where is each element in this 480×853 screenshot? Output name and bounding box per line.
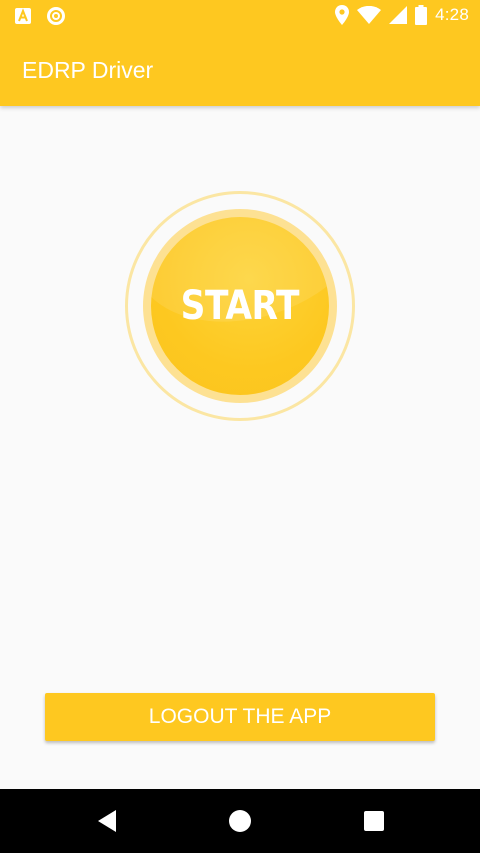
navigation-bar <box>0 789 480 853</box>
app-title: EDRP Driver <box>22 57 154 83</box>
start-button-group: START <box>125 191 355 421</box>
logout-button[interactable]: LOGOUT THE APP <box>45 693 435 741</box>
battery-icon <box>415 5 428 25</box>
top-bar: 4:28 EDRP Driver <box>0 0 480 106</box>
status-bar: 4:28 <box>0 0 480 33</box>
android-debug-icon <box>14 7 32 25</box>
location-pin-icon <box>335 5 350 25</box>
home-icon[interactable] <box>228 809 252 833</box>
sync-circle-icon <box>46 6 66 26</box>
wifi-icon <box>357 6 382 24</box>
back-icon[interactable] <box>96 809 120 833</box>
cell-signal-icon <box>389 6 408 24</box>
start-label: START <box>180 283 300 329</box>
start-button[interactable]: START <box>151 217 329 395</box>
recents-icon[interactable] <box>362 809 386 833</box>
status-time: 4:28 <box>435 5 469 24</box>
